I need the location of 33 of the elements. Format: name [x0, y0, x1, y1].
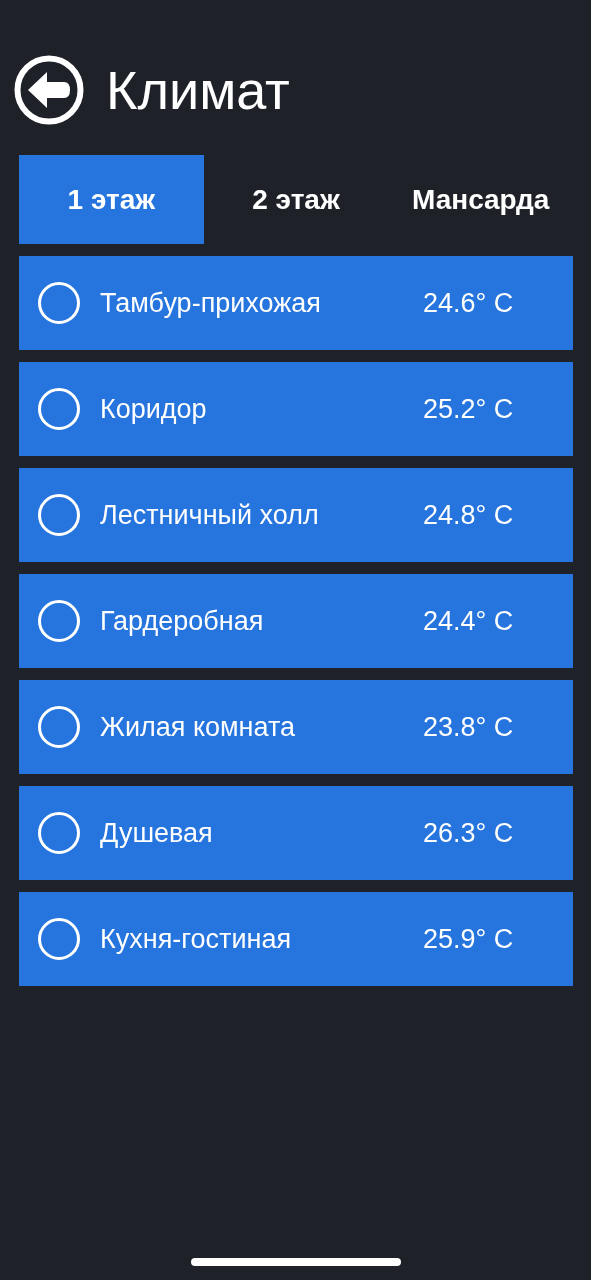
radio-circle[interactable]: [38, 388, 80, 430]
room-name: Жилая комната: [100, 711, 296, 743]
room-name: Тамбур-прихожая: [100, 287, 322, 319]
floor-tab[interactable]: 1 этаж: [19, 155, 204, 244]
room-temperature: 26.3° C: [423, 817, 514, 849]
radio-circle[interactable]: [38, 282, 80, 324]
room-temperature: 24.8° C: [423, 499, 514, 531]
room-temperature: 25.9° C: [423, 923, 514, 955]
radio-circle[interactable]: [38, 706, 80, 748]
floor-tab[interactable]: 2 этаж: [203, 155, 389, 244]
room-temperature: 24.6° C: [423, 287, 514, 319]
radio-circle[interactable]: [38, 812, 80, 854]
room-name: Лестничный холл: [100, 499, 320, 531]
room-row[interactable]: Тамбур-прихожая 24.6° C: [19, 256, 573, 350]
radio-circle[interactable]: [38, 494, 80, 536]
room-row[interactable]: Коридор 25.2° C: [19, 362, 573, 456]
room-temperature: 23.8° C: [423, 711, 514, 743]
page-title: Климат: [106, 63, 290, 117]
room-name: Кухня-гостиная: [100, 923, 293, 955]
room-row[interactable]: Душевая 26.3° C: [19, 786, 573, 880]
room-name: Гардеробная: [100, 605, 265, 637]
room-temperature: 24.4° C: [423, 605, 514, 637]
room-name: Коридор: [100, 393, 208, 425]
room-row[interactable]: Кухня-гостиная 25.9° C: [19, 892, 573, 986]
back-icon[interactable]: [14, 55, 84, 125]
room-row[interactable]: Жилая комната 23.8° C: [19, 680, 573, 774]
room-temperature: 25.2° C: [423, 393, 514, 425]
room-row[interactable]: Лестничный холл 24.8° C: [19, 468, 573, 562]
radio-circle[interactable]: [38, 918, 80, 960]
radio-circle[interactable]: [38, 600, 80, 642]
room-name: Душевая: [100, 817, 214, 849]
room-row[interactable]: Гардеробная 24.4° C: [19, 574, 573, 668]
floor-tab[interactable]: Мансарда: [388, 155, 573, 244]
